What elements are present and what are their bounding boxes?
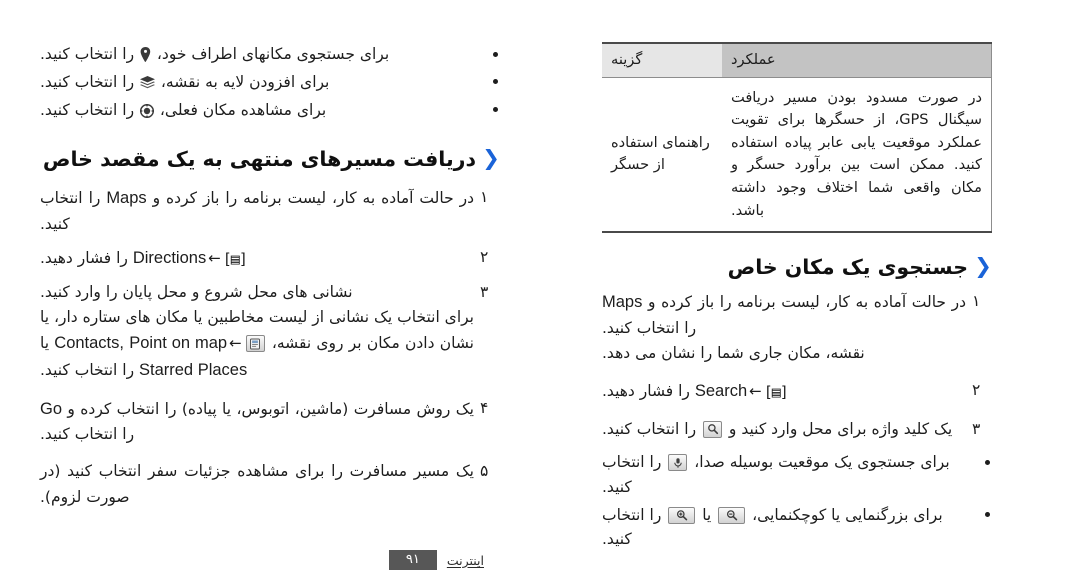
bullet-text-before: برای جستجوی مکانهای اطراف خود، [152,45,390,63]
right-step-list: ۱ در حالت آماده به کار، لیست برنامه را ب… [602,289,992,442]
list-item: برای افزودن لایه به نقشه، را انتخاب کنید… [40,70,500,95]
step-number: ۴ [480,398,489,417]
page-footer: اینترنت ۹۱ [388,550,484,570]
left-top-bullet-list: برای جستجوی مکانهای اطراف خود، را انتخاب… [40,42,500,122]
options-table: عملکرد گزینه در صورت مسدود بودن مسیر دری… [602,41,992,234]
step-latin-term: Directions [132,249,207,268]
step-text-tail: را انتخاب کنید. [40,425,135,444]
step-latin-term: Search [694,382,748,401]
step-text: یک مسیر مسافرت را برای مشاهده جزئیات سفر… [40,462,474,506]
page-title: ❮ دریافت مسیرهای منتهی به یک مقصد خاص [40,147,500,171]
list-item: ۳ نشانی های محل شروع و محل پایان را وارد… [40,280,500,384]
step-text: یک کلید واژه برای محل وارد کنید و [724,419,953,438]
list-item: برای جستجوی یک موقعیت بوسیله صدا، را انت… [602,450,992,500]
heading-text: جستجوی یک مکان خاص [727,255,968,280]
list-item: ۴ یک روش مسافرت (ماشین، اتوبوس، یا پیاده… [40,396,500,448]
bullet-text-before: برای مشاهده مکان فعلی، [155,100,327,119]
my-location-icon [139,103,155,118]
list-item: برای جستجوی مکانهای اطراف خود، را انتخاب… [40,42,500,67]
page-number-badge: ۹۱ [388,550,437,570]
step-number: ۲ [972,381,981,400]
step-text: در حالت آماده به کار، لیست برنامه را باز… [146,189,474,208]
step-latin-term: Maps [106,189,147,208]
right-page: عملکرد گزینه در صورت مسدود بودن مسیر دری… [540,0,1080,586]
arrow-left-icon: ← [229,334,242,353]
bullet-text-before: برای جستجوی یک موقعیت بوسیله صدا، [689,453,950,472]
cell-function: در صورت مسدود بودن مسیر دریافت سیگنال GP… [722,77,992,234]
step-number: ۲ [480,248,489,267]
arrow-left-icon: ← [208,249,221,268]
layers-icon [140,75,155,90]
list-item: برای مشاهده مکان فعلی، را انتخاب کنید. [40,98,500,123]
map-pin-icon [140,47,151,62]
left-step-list: ۱ در حالت آماده به کار، لیست برنامه را ب… [40,185,500,509]
sub-latin-term: Starred Places [139,360,248,379]
page-title: ❮ جستجوی یک مکان خاص [602,255,992,279]
list-item: ۲ [▤]←Directions را فشار دهید. [40,245,500,272]
step-text-tail: را فشار دهید. [602,382,695,401]
zoom-out-chip-icon [718,506,746,524]
step-text-tail: را انتخاب کنید. [602,419,701,438]
step-number: ۳ [972,419,981,438]
list-item: برای بزرگنمایی یا کوچکنمایی، یا را انتخا… [602,503,992,553]
arrow-left-icon: ← [749,382,762,401]
step-text-tail: را انتخاب کنید. [602,318,697,337]
bullet-text-after: را انتخاب کنید. [40,45,139,63]
bullet-dot [493,107,498,113]
step-text-tail: را فشار دهید. [40,249,133,268]
step-number: ۳ [480,282,489,301]
column-header-option: گزینه [602,41,722,78]
list-item: ۳ یک کلید واژه برای محل وارد کنید و را ا… [602,417,992,442]
left-page: برای جستجوی مکانهای اطراف خود، را انتخاب… [0,0,540,586]
step-latin-term: Maps [602,293,643,312]
bullet-text-after: را انتخاب کنید. [602,505,667,549]
zoom-in-chip-icon [668,506,696,524]
step-sub-paragraph: نقشه، مکان جاری شما را نشان می دهد. [602,344,865,363]
step-text: یک روش مسافرت (ماشین، اتوبوس، یا پیاده) … [62,399,474,418]
sub-latin-term: Point on map [129,334,228,353]
sub-latin-term: Contacts, [54,334,124,353]
list-item: ۱ در حالت آماده به کار، لیست برنامه را ب… [40,185,500,237]
table-header-row: عملکرد گزینه [602,41,992,78]
step-number: ۵ [480,462,489,481]
sub-text: یا [40,334,55,353]
table-row: در صورت مسدود بودن مسیر دریافت سیگنال GP… [602,77,992,234]
bullet-text-before: برای بزرگنمایی یا کوچکنمایی، [747,505,943,524]
footer-section-label: اینترنت [446,552,484,568]
bullet-dot [985,459,990,465]
bullet-text-after: را انتخاب کنید. [40,100,139,119]
sub-text-tail: را انتخاب کنید. [40,360,139,379]
bullet-dot [985,512,990,518]
step-sub-paragraph: برای انتخاب یک نشانی از لیست مخاطبین یا … [40,305,474,384]
step-number: ۱ [480,188,489,207]
step-text: نشانی های محل شروع و محل پایان را وارد ک… [40,282,353,301]
chevron-left-icon: ❮ [974,254,992,279]
menu-key-icon: [▤] [222,250,248,269]
contacts-chip-icon [245,335,265,353]
microphone-chip-icon [668,454,688,472]
step-text: در حالت آماده به کار، لیست برنامه را باز… [642,293,966,312]
bullet-text-before: برای افزودن لایه به نقشه، [156,72,330,91]
menu-key-icon: [▤] [763,383,789,402]
bullet-text-after: را انتخاب کنید. [40,72,139,91]
heading-text: دریافت مسیرهای منتهی به یک مقصد خاص [42,147,476,172]
bullet-text-after: را انتخاب کنید. [602,453,667,496]
bullet-dot [493,51,498,57]
manual-page-spread: برای جستجوی مکانهای اطراف خود، را انتخاب… [0,0,1080,586]
list-item: ۲ [▤]←Search را فشار دهید. [602,378,992,405]
bullet-dot [493,79,498,85]
step-latin-term: Go [40,399,63,418]
bullet-middle-text: یا [697,505,717,524]
step-text-tail: را انتخاب کنید. [40,189,107,234]
list-item: ۱ در حالت آماده به کار، لیست برنامه را ب… [602,289,992,366]
step-number: ۱ [972,292,981,311]
right-bullet-list: برای جستجوی یک موقعیت بوسیله صدا، را انت… [602,450,992,552]
list-item: ۵ یک مسیر مسافرت را برای مشاهده جزئیات س… [40,459,500,509]
search-chip-icon [703,420,722,438]
chevron-left-icon: ❮ [482,146,500,171]
cell-option: راهنمای استفاده از حسگر [602,77,722,234]
column-header-function: عملکرد [722,41,992,78]
